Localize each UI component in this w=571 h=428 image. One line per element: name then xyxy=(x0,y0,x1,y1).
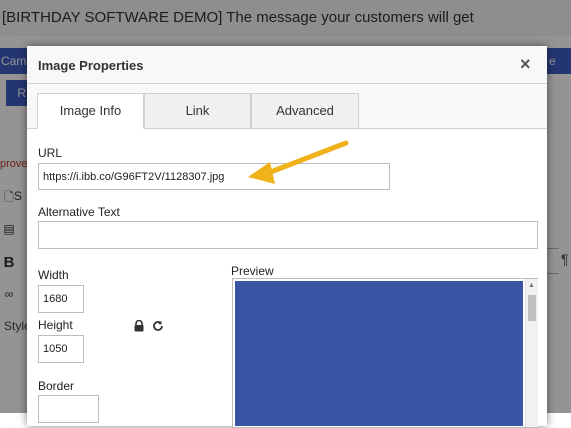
annotation-arrow-icon xyxy=(248,140,349,184)
